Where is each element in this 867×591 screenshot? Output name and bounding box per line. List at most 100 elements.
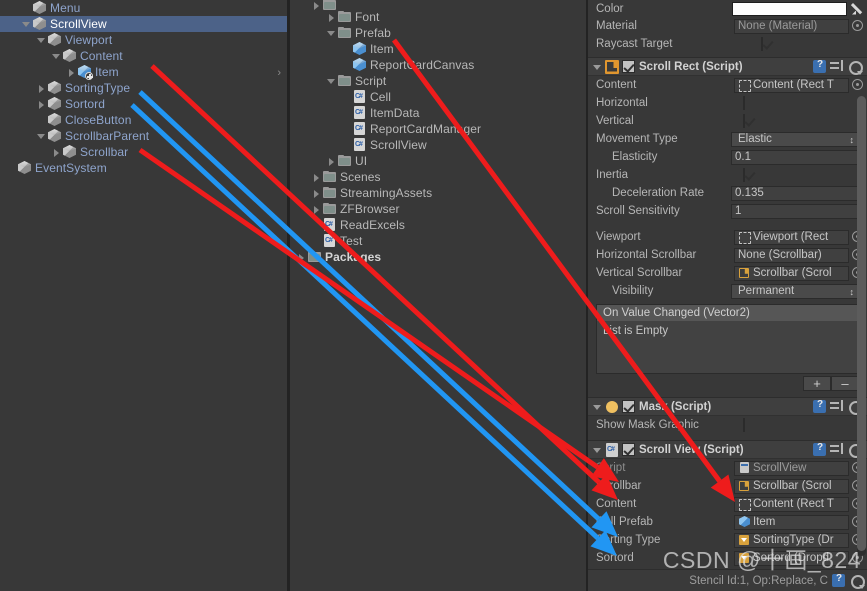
twirl-toggle-icon[interactable] — [341, 89, 352, 105]
help-icon[interactable] — [813, 59, 826, 73]
component-header-scroll-view[interactable]: C# Scroll View (Script) — [588, 440, 867, 459]
twirl-toggle-icon[interactable] — [51, 144, 62, 160]
project-item-reportcardmanager[interactable]: C# ReportCardManager — [290, 121, 586, 137]
twirl-toggle-icon[interactable] — [341, 121, 352, 137]
scroll-view-field-sorting-type[interactable]: SortingType (Dr — [734, 532, 849, 548]
project-item-readexcels[interactable]: C# ReadExcels — [290, 217, 586, 233]
preset-icon[interactable] — [830, 443, 843, 456]
project-item-font[interactable]: Font — [290, 9, 586, 25]
hierarchy-item-scrollbar[interactable]: Scrollbar — [0, 144, 287, 160]
twirl-toggle-icon[interactable] — [21, 16, 32, 32]
hierarchy-tree[interactable]: Menu ScrollView Viewport Content Item › Sortin… — [0, 0, 287, 176]
object-picker-icon[interactable] — [852, 78, 863, 90]
project-item-zfbrowser[interactable]: ZFBrowser — [290, 201, 586, 217]
twirl-toggle-icon[interactable] — [311, 185, 322, 201]
inspector-scrollbar[interactable] — [857, 96, 866, 556]
hierarchy-item-item[interactable]: Item › — [0, 64, 287, 80]
twirl-toggle-icon[interactable] — [36, 96, 47, 112]
project-item-itemdata[interactable]: C# ItemData — [290, 105, 586, 121]
scroll-rect-field-viewport[interactable]: Viewport (Rect — [734, 229, 849, 245]
scroll-rect-checkbox-vertical[interactable] — [743, 114, 745, 128]
project-item-test[interactable]: C# Test — [290, 233, 586, 249]
gear-icon[interactable] — [849, 574, 865, 589]
scroll-rect-input-elasticity[interactable]: 0.1 — [731, 149, 859, 165]
twirl-toggle-icon[interactable] — [311, 201, 322, 217]
preset-icon[interactable] — [830, 60, 843, 73]
twirl-toggle-icon[interactable] — [296, 249, 307, 265]
twirl-toggle-icon[interactable] — [326, 9, 337, 25]
scroll-view-field-cell-prefab[interactable]: Item — [734, 514, 849, 530]
twirl-toggle-icon[interactable] — [36, 128, 47, 144]
scroll-view-field-content[interactable]: Content (Rect T — [734, 496, 849, 512]
material-picker-icon[interactable] — [852, 19, 863, 31]
scroll-rect-field-content[interactable]: Content (Rect T — [734, 77, 849, 93]
project-item-script[interactable]: Script — [290, 73, 586, 89]
hierarchy-item-eventsystem[interactable]: EventSystem — [0, 160, 287, 176]
hierarchy-item-menu[interactable]: Menu — [0, 0, 287, 16]
chevron-right-icon[interactable]: › — [277, 67, 281, 79]
project-item-packages[interactable]: Packages — [290, 249, 586, 265]
hierarchy-item-content[interactable]: Content — [0, 48, 287, 64]
scroll-rect-field-vertical-scrollbar[interactable]: Scrollbar (Scrol — [734, 265, 849, 281]
help-icon[interactable] — [813, 399, 826, 413]
add-event-button[interactable]: + — [803, 376, 831, 391]
hierarchy-item-sortingtype[interactable]: SortingType — [0, 80, 287, 96]
material-field[interactable]: None (Material) — [734, 18, 849, 34]
component-header-scroll-rect[interactable]: Scroll Rect (Script) — [588, 57, 867, 76]
component-header-mask[interactable]: Mask (Script) — [588, 397, 867, 416]
project-item-cell[interactable]: C# Cell — [290, 89, 586, 105]
hierarchy-item-viewport[interactable]: Viewport — [0, 32, 287, 48]
twirl-toggle-icon[interactable] — [341, 105, 352, 121]
twirl-toggle-icon[interactable] — [326, 25, 337, 41]
project-item-item[interactable]: Item — [290, 41, 586, 57]
project-item-scrollview[interactable]: C# ScrollView — [290, 137, 586, 153]
twirl-toggle-icon[interactable] — [6, 160, 17, 176]
hierarchy-item-sortord[interactable]: Sortord — [0, 96, 287, 112]
eyedropper-icon[interactable] — [851, 1, 867, 17]
scroll-rect-input-scroll-sensitivity[interactable]: 1 — [731, 203, 859, 219]
mask-enabled-checkbox[interactable] — [622, 400, 635, 413]
project-item-partial[interactable] — [290, 0, 586, 10]
project-item-ui[interactable]: UI — [290, 153, 586, 169]
twirl-toggle-icon[interactable] — [341, 57, 352, 73]
project-tree[interactable]: Font Prefab Item ReportCardCanvas Script C# Ce… — [290, 0, 586, 265]
project-item-prefab[interactable]: Prefab — [290, 25, 586, 41]
scroll-rect-input-deceleration-rate[interactable]: 0.135 — [731, 185, 859, 201]
mask-checkbox-show-mask-graphic[interactable] — [743, 418, 745, 432]
scrollbar-thumb[interactable] — [857, 96, 866, 551]
preset-icon[interactable] — [830, 400, 843, 413]
scroll-rect-checkbox-horizontal[interactable] — [743, 96, 745, 110]
twirl-toggle-icon[interactable] — [311, 169, 322, 185]
scroll-view-enabled-checkbox[interactable] — [622, 443, 635, 456]
foldout-icon[interactable] — [592, 61, 604, 73]
scroll-view-field-sortord[interactable]: Sortord (Dropd — [734, 550, 849, 566]
twirl-toggle-icon[interactable] — [51, 48, 62, 64]
twirl-toggle-icon[interactable] — [311, 233, 322, 249]
scroll-view-field-scrollbar[interactable]: Scrollbar (Scrol — [734, 478, 849, 494]
project-item-reportcardcanvas[interactable]: ReportCardCanvas — [290, 57, 586, 73]
twirl-toggle-icon[interactable] — [341, 41, 352, 57]
twirl-toggle-icon[interactable] — [36, 80, 47, 96]
scroll-rect-enabled-checkbox[interactable] — [622, 60, 635, 73]
foldout-icon[interactable] — [592, 401, 604, 413]
raycast-target-checkbox[interactable] — [761, 37, 763, 51]
scroll-rect-field-horizontal-scrollbar[interactable]: None (Scrollbar) — [734, 247, 849, 263]
foldout-icon[interactable] — [592, 444, 604, 456]
twirl-toggle-icon[interactable] — [21, 0, 32, 16]
scroll-rect-popup-movement-type[interactable]: Elastic ↕ — [731, 131, 859, 147]
hierarchy-item-scrollbarparent[interactable]: ScrollbarParent — [0, 128, 287, 144]
help-icon[interactable] — [813, 442, 826, 456]
scroll-rect-checkbox-inertia[interactable] — [743, 168, 745, 182]
scroll-rect-popup-visibility[interactable]: Permanent ↕ — [731, 283, 859, 299]
color-swatch[interactable] — [732, 1, 847, 16]
project-item-scenes[interactable]: Scenes — [290, 169, 586, 185]
twirl-toggle-icon[interactable] — [36, 112, 47, 128]
hierarchy-item-scrollview[interactable]: ScrollView — [0, 16, 287, 32]
twirl-toggle-icon[interactable] — [36, 32, 47, 48]
help-icon[interactable] — [832, 573, 845, 587]
twirl-toggle-icon[interactable] — [326, 73, 337, 89]
twirl-toggle-icon[interactable] — [311, 217, 322, 233]
twirl-toggle-icon[interactable] — [66, 64, 77, 80]
twirl-toggle-icon[interactable] — [326, 153, 337, 169]
scroll-view-field-script[interactable]: ScrollView — [734, 460, 849, 476]
